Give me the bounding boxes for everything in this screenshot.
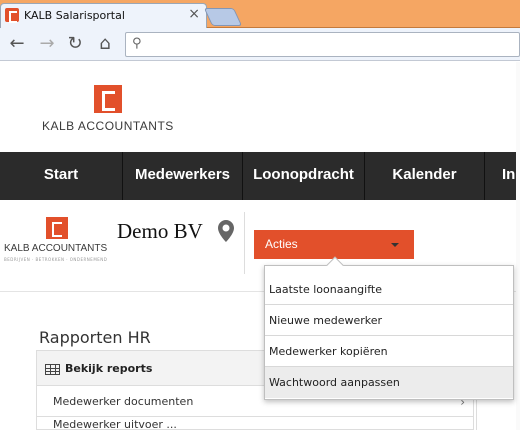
caret-down-icon: [391, 243, 399, 247]
kalb-favicon-icon: [5, 8, 19, 23]
nav-item-start[interactable]: Start: [0, 152, 123, 200]
company-logo-text: KALB ACCOUNTANTS: [4, 243, 108, 254]
acties-button[interactable]: Acties: [254, 230, 414, 259]
scrollbar[interactable]: [516, 62, 520, 430]
header-logo[interactable]: KALB ACCOUNTANTS: [42, 80, 182, 140]
address-bar[interactable]: ⚲: [125, 32, 520, 57]
nav-item-ins[interactable]: Ins: [485, 152, 520, 200]
header-logo-text: KALB ACCOUNTANTS: [42, 119, 174, 133]
vertical-divider: [244, 212, 245, 274]
kalb-logo-small-icon: [46, 217, 68, 239]
browser-titlebar: KALB Salarisportal ×: [0, 0, 520, 28]
new-tab-button[interactable]: [203, 8, 243, 26]
report-header-label: Bekijk reports: [65, 362, 153, 375]
menu-item-nieuwe-medewerker[interactable]: Nieuwe medewerker: [265, 305, 513, 336]
company-name: Demo BV: [117, 219, 203, 243]
search-icon: ⚲: [132, 36, 142, 51]
report-row-label: Medewerker documenten: [53, 395, 194, 408]
map-pin-icon[interactable]: [218, 220, 234, 242]
report-row-label: Medewerker uitvoer ...: [53, 418, 177, 430]
nav-item-kalender[interactable]: Kalender: [365, 152, 485, 200]
nav-item-loonopdracht[interactable]: Loonopdracht: [243, 152, 365, 200]
nav-item-medewerkers[interactable]: Medewerkers: [123, 152, 243, 200]
browser-tab[interactable]: KALB Salarisportal ×: [0, 3, 207, 28]
main-nav: Start Medewerkers Loonopdracht Kalender …: [0, 152, 520, 200]
menu-item-laatste-loonaangifte[interactable]: Laatste loonaangifte: [265, 274, 513, 305]
home-icon[interactable]: ⌂: [94, 33, 116, 55]
page: KALB ACCOUNTANTS Start Medewerkers Loono…: [0, 62, 520, 430]
close-tab-icon[interactable]: ×: [188, 6, 200, 22]
back-icon[interactable]: ←: [6, 33, 28, 55]
section-title: Rapporten HR: [39, 328, 151, 347]
forward-icon[interactable]: →: [36, 33, 58, 55]
company-logo-tagline: BEDRIJVEN · BETROKKEN · ONDERNEMEND: [4, 257, 108, 262]
grid-icon: [45, 364, 60, 375]
tab-title: KALB Salarisportal: [24, 9, 125, 22]
acties-dropdown-menu: Laatste loonaangifte Nieuwe medewerker M…: [264, 256, 514, 400]
menu-item-wachtwoord-aanpassen[interactable]: Wachtwoord aanpassen: [265, 367, 513, 398]
acties-label: Acties: [265, 237, 298, 251]
reload-icon[interactable]: ↻: [64, 33, 86, 55]
menu-item-medewerker-kopieren[interactable]: Medewerker kopiëren: [265, 336, 513, 367]
kalb-logo-icon: [94, 85, 122, 113]
report-row-uitvoer[interactable]: Medewerker uitvoer ...: [37, 418, 473, 430]
browser-toolbar: ← → ↻ ⌂ ⚲: [0, 28, 520, 61]
